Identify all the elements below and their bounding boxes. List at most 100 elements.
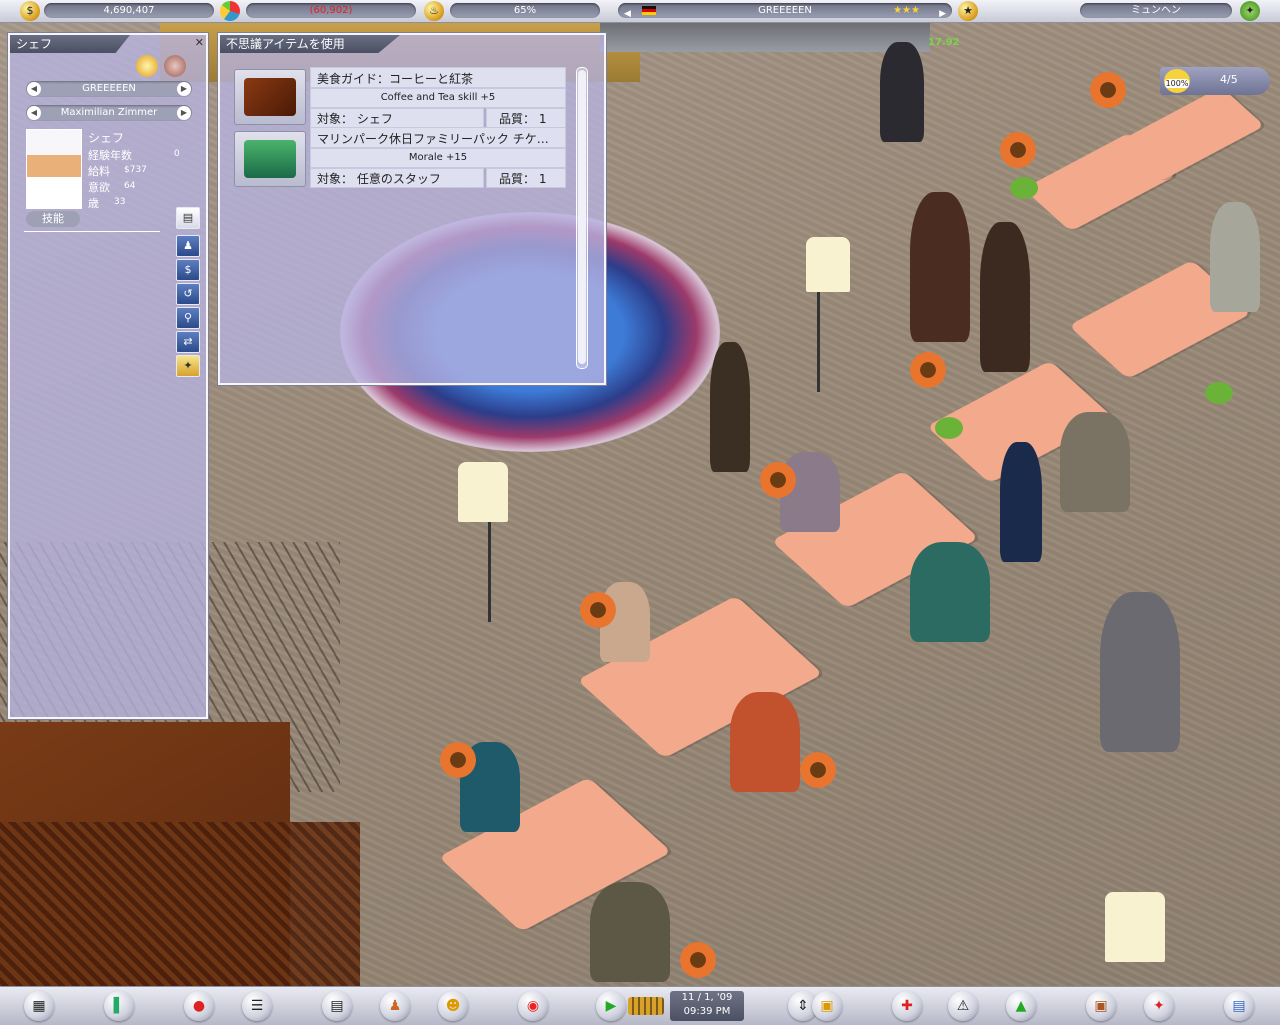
guest[interactable]: [590, 882, 670, 982]
divider: [24, 231, 160, 232]
guest-level: 100%: [1164, 79, 1190, 88]
portrait-button[interactable]: [164, 55, 186, 77]
use-item-panel: 不思議アイテムを使用 美食ガイド：コーヒーと紅茶 Coffee and Tea …: [218, 33, 606, 385]
restaurant-name: GREEEEEN: [758, 5, 812, 16]
guest[interactable]: [1210, 202, 1260, 312]
chevron-right-icon[interactable]: ▶: [177, 106, 191, 120]
money-float: 17.92: [928, 37, 960, 48]
train-icon[interactable]: ↺: [176, 283, 200, 305]
city-name: ミュンヘン: [1131, 5, 1181, 16]
guest[interactable]: [910, 542, 990, 642]
item-thumbnail[interactable]: [234, 131, 306, 187]
item-effect-text: Morale +15: [408, 152, 468, 163]
scrollbar[interactable]: [576, 67, 588, 369]
chevron-right-icon[interactable]: ▶: [939, 7, 946, 22]
item-name[interactable]: 美食ガイド：コーヒーと紅茶: [310, 67, 566, 88]
item-name[interactable]: マリンパーク休日ファミリーパック チケ…: [310, 127, 566, 148]
top-bar: $ 4,690,407 (60,902) ♨ 65% ◀ GREEEEEN ★★…: [0, 0, 1280, 23]
stat-label: 歳: [88, 197, 99, 210]
guest[interactable]: [980, 222, 1030, 372]
money-icon[interactable]: $: [176, 259, 200, 281]
sunflower-chair: [440, 742, 476, 778]
play-icon[interactable]: ▶: [596, 991, 626, 1021]
item-effect-text: Coffee and Tea skill +5: [380, 92, 496, 103]
guest[interactable]: [910, 192, 970, 342]
item-quality-text: 品質： 1: [499, 112, 547, 126]
sunflower-chair: [760, 462, 796, 498]
staff-selector[interactable]: ◀ Maximilian Zimmer ▶: [26, 105, 192, 121]
stat-label: 経験年数: [88, 149, 132, 162]
item-quality: 品質： 1: [486, 108, 566, 128]
magic-wand-icon[interactable]: ✦: [176, 355, 200, 377]
guest-count: 4/5: [1220, 73, 1238, 86]
idea-icon[interactable]: ◉: [518, 991, 548, 1021]
chef-portrait: [26, 129, 82, 209]
lamp-pole: [488, 522, 491, 622]
chef-hat-icon[interactable]: ♨: [424, 1, 444, 21]
book-icon[interactable]: ▤: [1224, 991, 1254, 1021]
waiter[interactable]: [710, 342, 750, 472]
date-time-display: 11 / 1, '09 09:39 PM: [670, 991, 744, 1021]
guests-icon[interactable]: ☻: [438, 991, 468, 1021]
panel-title: 不思議アイテムを使用: [220, 35, 400, 53]
stats-icon[interactable]: ▌: [104, 991, 134, 1021]
skill-button[interactable]: 技能: [26, 211, 80, 227]
item-target-text: 対象： 任意のスタッフ: [317, 172, 441, 186]
construction-icon[interactable]: ⚠: [948, 991, 978, 1021]
compass-icon[interactable]: ✦: [1240, 1, 1260, 21]
shield-icon[interactable]: ★: [958, 1, 978, 21]
map-icon[interactable]: ▦: [24, 991, 54, 1021]
item-target: 対象： シェフ: [310, 108, 484, 128]
build-icon[interactable]: ▣: [812, 991, 842, 1021]
item-effect: Coffee and Tea skill +5: [310, 88, 566, 108]
chevron-left-icon[interactable]: ◀: [27, 106, 41, 120]
stat-value: 33: [114, 197, 126, 207]
add-icon[interactable]: ✚: [892, 991, 922, 1021]
panel-title: シェフ: [10, 35, 130, 53]
chevron-left-icon[interactable]: ◀: [27, 82, 41, 96]
date-text: 11 / 1, '09: [681, 992, 733, 1003]
search-icon[interactable]: ⚲: [176, 307, 200, 329]
restaurant-selector[interactable]: ◀ GREEEEEN ★★★ ▶: [618, 3, 952, 19]
calculator-icon[interactable]: ▤: [322, 991, 352, 1021]
sunflower-chair: [1090, 72, 1126, 108]
item-thumbnail[interactable]: [234, 69, 306, 125]
city-selector[interactable]: ミュンヘン: [1080, 3, 1232, 18]
item-name-text: 美食ガイド：コーヒーと紅茶: [317, 72, 474, 86]
document-icon[interactable]: ▤: [176, 207, 200, 229]
guest[interactable]: [880, 42, 924, 142]
menu-icon[interactable]: ☰: [242, 991, 272, 1021]
close-icon[interactable]: ✕: [195, 36, 204, 49]
time-text: 09:39 PM: [683, 1006, 731, 1017]
staff-icon[interactable]: ♟: [380, 991, 410, 1021]
pie-chart-icon[interactable]: [220, 1, 240, 21]
sunflower-chair: [800, 752, 836, 788]
guest-indicator[interactable]: 100% 4/5: [1160, 67, 1270, 95]
item-effect: Morale +15: [310, 148, 566, 168]
chair: [1205, 382, 1233, 404]
restaurant-name: GREEEEEN: [82, 83, 136, 94]
lamp-pole: [817, 292, 820, 392]
hire-icon[interactable]: ♟: [176, 235, 200, 257]
chevron-right-icon[interactable]: ▶: [177, 82, 191, 96]
flag-icon: [642, 6, 656, 15]
guest[interactable]: [1100, 592, 1180, 752]
waiter[interactable]: [1000, 442, 1042, 562]
speed-icon[interactable]: [628, 997, 664, 1015]
transfer-icon[interactable]: ⇄: [176, 331, 200, 353]
chef-hat-button[interactable]: [136, 55, 158, 77]
guest[interactable]: [730, 692, 800, 792]
compass-icon[interactable]: ✦: [1144, 991, 1174, 1021]
tomato-icon[interactable]: ●: [184, 991, 214, 1021]
guest[interactable]: [1060, 412, 1130, 512]
percent-display: 65%: [450, 3, 600, 18]
profit-display: (60,902): [246, 3, 416, 18]
chair: [935, 417, 963, 439]
scrollbar-thumb[interactable]: [578, 70, 586, 364]
coin-icon[interactable]: $: [20, 1, 40, 21]
upgrade-icon[interactable]: ▲: [1006, 991, 1036, 1021]
chevron-left-icon[interactable]: ◀: [624, 7, 631, 22]
restaurant-selector[interactable]: ◀ GREEEEEN ▶: [26, 81, 192, 97]
floor-lamp: [1105, 892, 1165, 962]
decoration-icon[interactable]: ▣: [1086, 991, 1116, 1021]
